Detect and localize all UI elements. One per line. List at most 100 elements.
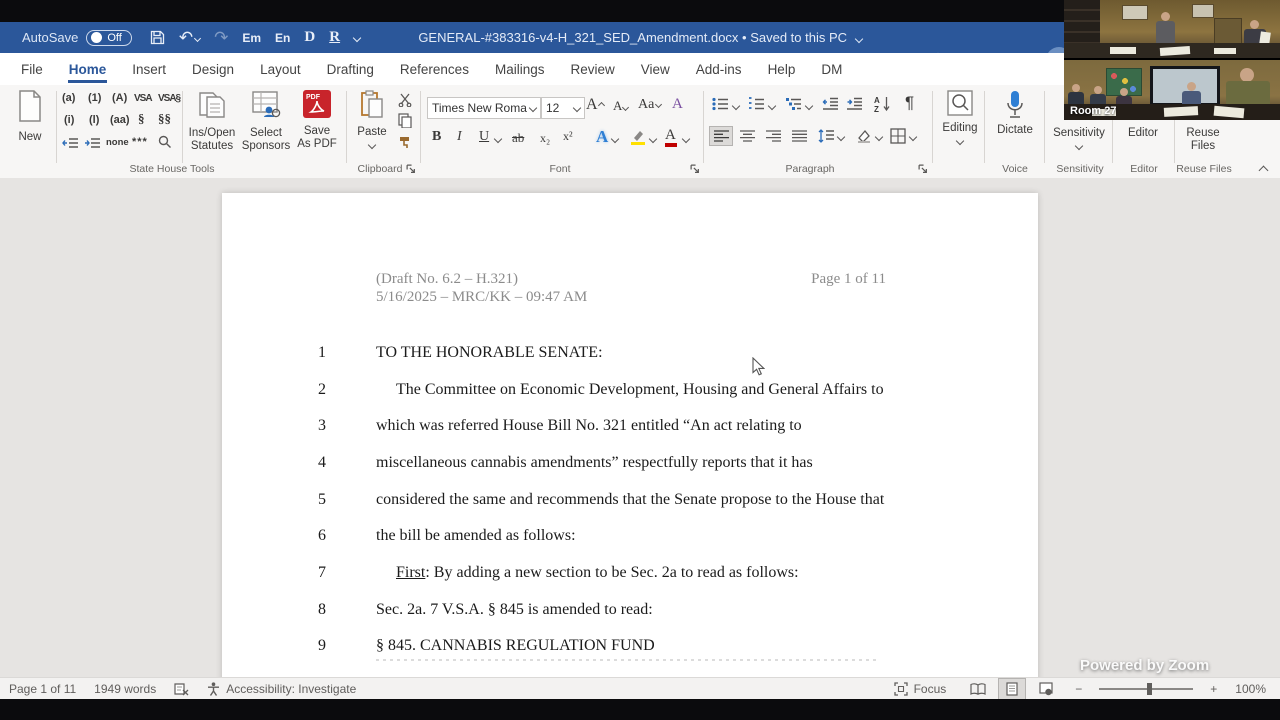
align-center-button[interactable]	[736, 127, 758, 145]
vsa-button[interactable]: VSA	[134, 91, 152, 106]
vsa-section-button[interactable]: VSA§	[158, 91, 180, 106]
tab-help[interactable]: Help	[755, 56, 809, 83]
collapse-ribbon-chevron-icon[interactable]	[1259, 166, 1269, 176]
list-i-button[interactable]: (i)	[64, 113, 74, 128]
decrease-indent-icon[interactable]	[822, 97, 839, 111]
align-left-button[interactable]	[710, 127, 732, 145]
font-size-combobox[interactable]: 12	[541, 97, 585, 119]
document-canvas[interactable]: (Draft No. 6.2 – H.321) Page 1 of 11 5/1…	[0, 178, 1280, 677]
read-mode-button[interactable]	[965, 679, 991, 699]
text-effects-button[interactable]: A	[596, 127, 608, 147]
save-as-pdf-button[interactable]: PDF Save As PDF	[294, 90, 340, 151]
section-button[interactable]: §	[138, 111, 145, 126]
tab-dm[interactable]: DM	[808, 56, 855, 83]
grow-font-button[interactable]: A	[586, 96, 604, 114]
bullets-icon[interactable]	[712, 97, 729, 111]
dots-button[interactable]: ***	[132, 135, 148, 150]
font-color-chevron-icon[interactable]	[682, 135, 690, 143]
focus-toggle[interactable]: Focus	[885, 682, 956, 696]
sort-button[interactable]: A Z	[874, 96, 880, 114]
video-tile-top[interactable]	[1064, 0, 1280, 58]
zoom-percentage[interactable]: 100%	[1226, 682, 1280, 696]
qat-r-button[interactable]: R	[329, 29, 340, 46]
accessibility-status[interactable]: Accessibility: Investigate	[198, 682, 365, 696]
proofing-status[interactable]	[165, 682, 198, 696]
print-layout-button[interactable]	[999, 679, 1025, 699]
align-right-button[interactable]	[762, 127, 784, 145]
qat-em-button[interactable]: Em	[242, 31, 261, 45]
cut-icon[interactable]	[398, 93, 412, 107]
qat-en-button[interactable]: En	[275, 31, 290, 45]
document-page[interactable]: (Draft No. 6.2 – H.321) Page 1 of 11 5/1…	[222, 193, 1038, 677]
paste-button[interactable]: Paste	[352, 90, 392, 152]
numbering-chevron-icon[interactable]	[768, 102, 776, 110]
justify-button[interactable]	[788, 127, 810, 145]
font-name-combobox[interactable]: Times New Roma	[427, 97, 541, 119]
tab-add-ins[interactable]: Add-ins	[683, 56, 755, 83]
show-marks-button[interactable]: ¶	[905, 93, 914, 113]
shading-icon[interactable]	[856, 129, 872, 144]
increase-indent-icon[interactable]	[846, 97, 863, 111]
tab-references[interactable]: References	[387, 56, 482, 83]
editing-button[interactable]: Editing	[938, 90, 982, 148]
tab-mailings[interactable]: Mailings	[482, 56, 558, 83]
qat-d-button[interactable]: D	[304, 29, 315, 46]
zoom-slider-thumb[interactable]	[1147, 683, 1152, 695]
shrink-font-button[interactable]: A	[613, 98, 628, 114]
tab-view[interactable]: View	[628, 56, 683, 83]
qat-customize-chevron-icon[interactable]	[353, 33, 361, 41]
indent-icon[interactable]	[84, 138, 100, 150]
zoom-out-button[interactable]: −	[1059, 682, 1091, 696]
tab-insert[interactable]: Insert	[119, 56, 179, 83]
tab-design[interactable]: Design	[179, 56, 247, 83]
list-a-button[interactable]: (a)	[62, 91, 75, 106]
format-painter-icon[interactable]	[398, 135, 413, 150]
zoom-in-button[interactable]: +	[1201, 682, 1226, 696]
title-chevron-icon[interactable]	[854, 34, 862, 42]
font-color-button[interactable]: A	[665, 127, 676, 144]
tab-layout[interactable]: Layout	[247, 56, 314, 83]
clipboard-dialog-launcher[interactable]	[406, 164, 416, 174]
select-sponsors-button[interactable]: Select Sponsors	[240, 90, 292, 153]
undo-button[interactable]: ↶	[179, 28, 200, 48]
ins-open-statutes-button[interactable]: Ins/Open Statutes	[186, 90, 238, 153]
save-icon[interactable]	[150, 30, 165, 45]
autosave-toggle[interactable]: Off	[86, 30, 131, 46]
tab-review[interactable]: Review	[557, 56, 627, 83]
highlight-chevron-icon[interactable]	[649, 135, 657, 143]
borders-icon[interactable]	[890, 128, 906, 144]
list-l-button[interactable]: (l)	[89, 113, 99, 128]
zoom-slider[interactable]	[1099, 688, 1193, 690]
bullets-chevron-icon[interactable]	[732, 102, 740, 110]
line-spacing-icon[interactable]	[818, 129, 834, 143]
double-section-button[interactable]: §§	[158, 111, 171, 126]
change-case-button[interactable]: Aa	[638, 97, 661, 113]
superscript-button[interactable]: x²	[563, 129, 573, 144]
line-spacing-chevron-icon[interactable]	[837, 133, 845, 141]
multilevel-list-icon[interactable]	[785, 97, 802, 111]
italic-button[interactable]: I	[457, 129, 462, 145]
list-aa-button[interactable]: (aa)	[110, 113, 130, 128]
numbering-icon[interactable]	[748, 97, 765, 111]
tab-home[interactable]: Home	[56, 56, 120, 83]
list-A-button[interactable]: (A)	[112, 91, 127, 106]
dictate-button[interactable]: Dictate	[990, 90, 1040, 137]
borders-chevron-icon[interactable]	[909, 133, 917, 141]
status-page[interactable]: Page 1 of 11	[0, 682, 85, 696]
status-word-count[interactable]: 1949 words	[85, 682, 165, 696]
paragraph-dialog-launcher[interactable]	[918, 164, 928, 174]
multilevel-chevron-icon[interactable]	[805, 102, 813, 110]
subscript-button[interactable]: x₂	[540, 131, 550, 146]
underline-chevron-icon[interactable]	[494, 135, 502, 143]
tab-file[interactable]: File	[8, 56, 56, 83]
tab-drafting[interactable]: Drafting	[314, 56, 387, 83]
copy-icon[interactable]	[398, 113, 412, 128]
bold-button[interactable]: B	[432, 129, 441, 145]
zoom-video-overlay[interactable]: Room 27	[1064, 0, 1280, 120]
list-1-button[interactable]: (1)	[88, 91, 101, 106]
text-effects-chevron-icon[interactable]	[611, 135, 619, 143]
web-layout-button[interactable]	[1033, 679, 1059, 699]
outdent-icon[interactable]	[62, 138, 78, 150]
highlight-button[interactable]	[630, 129, 646, 145]
clear-formatting-button[interactable]: A	[672, 96, 683, 113]
